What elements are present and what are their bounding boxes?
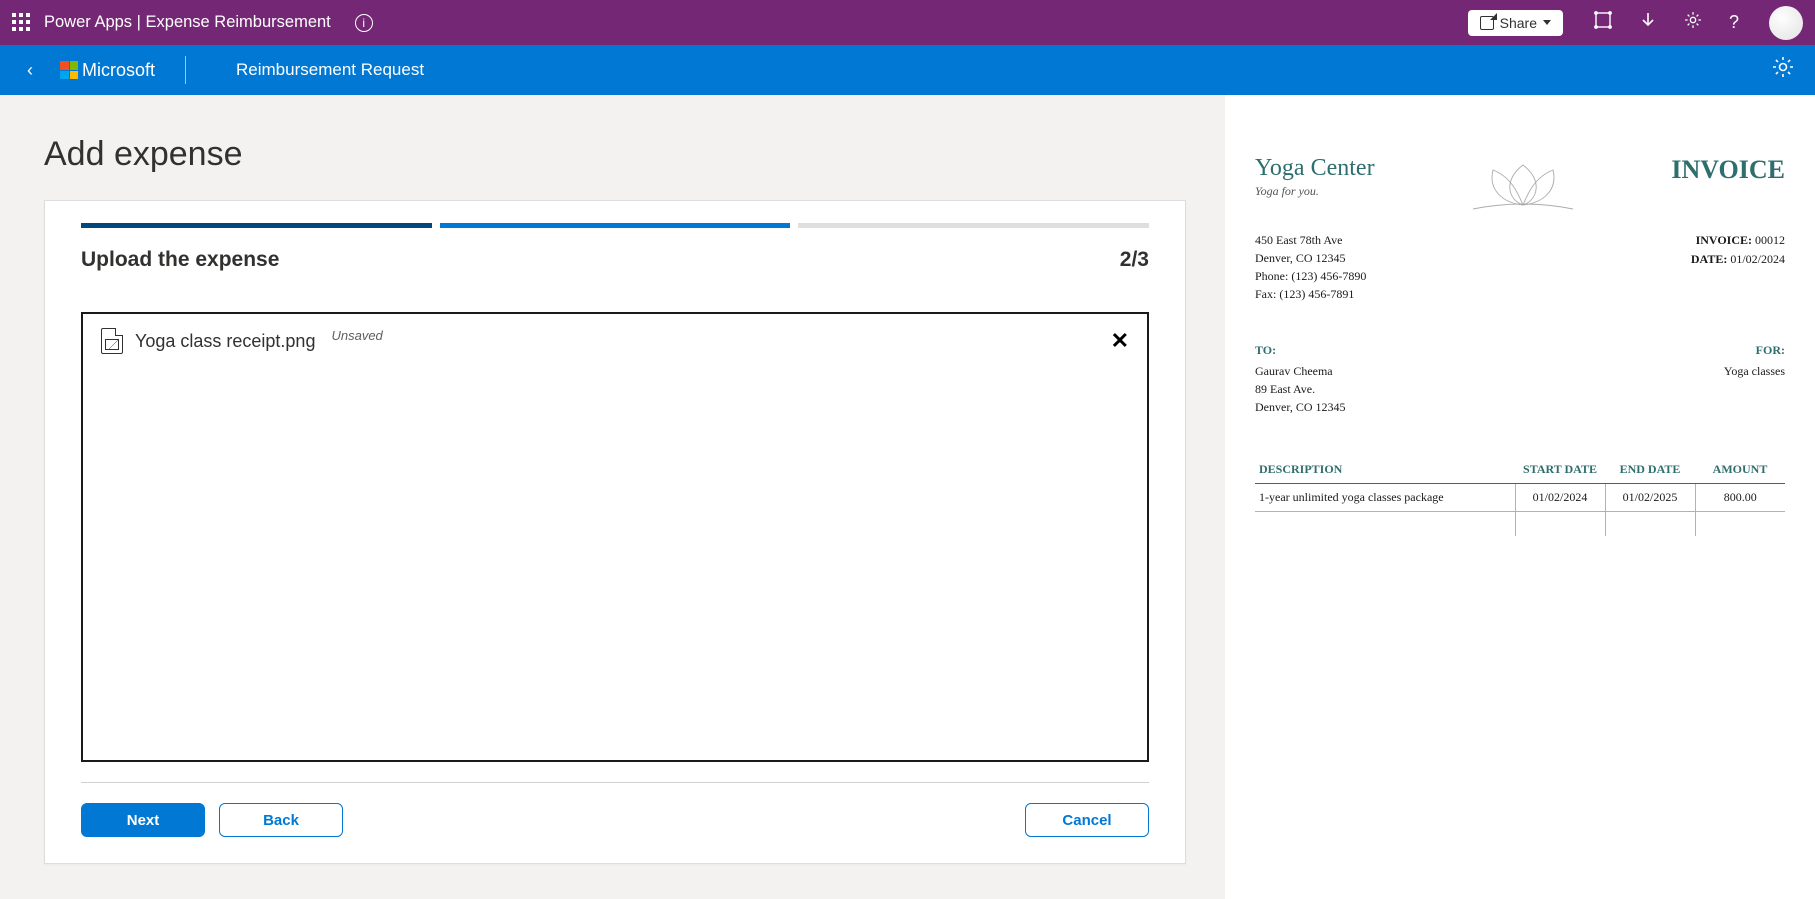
image-file-icon: [101, 328, 123, 354]
vendor-address: 450 East 78th Ave Denver, CO 12345 Phone…: [1255, 231, 1366, 303]
invoice-line-items: DESCRIPTION START DATE END DATE AMOUNT 1…: [1255, 456, 1785, 536]
settings-icon[interactable]: [1683, 10, 1703, 35]
download-icon[interactable]: [1639, 11, 1657, 34]
share-label: Share: [1500, 15, 1537, 31]
frame-icon[interactable]: [1593, 10, 1613, 35]
share-icon: [1480, 16, 1494, 30]
remove-file-button[interactable]: ✕: [1111, 328, 1129, 354]
wizard-card: Upload the expense 2/3 Yoga class receip…: [44, 200, 1186, 864]
avatar[interactable]: [1769, 6, 1803, 40]
help-icon[interactable]: ?: [1729, 12, 1739, 33]
info-icon[interactable]: i: [355, 14, 373, 32]
vendor-name: Yoga Center: [1255, 155, 1375, 182]
step-count: 2/3: [1120, 248, 1149, 272]
global-command-bar: Power Apps | Expense Reimbursement i Sha…: [0, 0, 1815, 45]
tenant-name: Microsoft: [82, 60, 155, 81]
tenant-logo: Microsoft: [60, 60, 155, 81]
next-button[interactable]: Next: [81, 803, 205, 837]
file-dropzone[interactable]: Yoga class receipt.png Unsaved ✕: [81, 312, 1149, 762]
lotus-icon: [1463, 155, 1583, 215]
invoice-heading: INVOICE: [1671, 155, 1785, 185]
to-label: TO:: [1255, 343, 1346, 358]
bill-to: Gaurav Cheema 89 East Ave. Denver, CO 12…: [1255, 362, 1346, 416]
breadcrumb: Power Apps | Expense Reimbursement: [44, 13, 331, 32]
share-button[interactable]: Share: [1468, 10, 1563, 36]
back-icon[interactable]: ‹: [20, 60, 40, 81]
uploaded-file-row: Yoga class receipt.png Unsaved ✕: [101, 328, 1129, 354]
table-row: 1-year unlimited yoga classes package 01…: [1255, 484, 1785, 512]
file-name: Yoga class receipt.png: [135, 331, 315, 352]
chevron-down-icon: [1543, 20, 1551, 25]
back-button[interactable]: Back: [219, 803, 343, 837]
cancel-button[interactable]: Cancel: [1025, 803, 1149, 837]
for-value: Yoga classes: [1724, 362, 1785, 380]
invoice-meta: INVOICE: 00012 DATE: 01/02/2024: [1691, 231, 1785, 303]
progress-bar: [81, 223, 1149, 228]
page-context-title: Reimbursement Request: [236, 60, 424, 80]
vendor-tagline: Yoga for you.: [1255, 184, 1375, 199]
file-status: Unsaved: [331, 328, 382, 343]
for-label: FOR:: [1724, 343, 1785, 358]
divider: [81, 782, 1149, 783]
app-header-bar: ‹ Microsoft Reimbursement Request: [0, 45, 1815, 95]
app-launcher-icon[interactable]: [12, 13, 32, 33]
page-title: Add expense: [44, 135, 1225, 174]
divider: [185, 56, 186, 84]
step-title: Upload the expense: [81, 248, 279, 272]
receipt-preview-panel: Yoga Center Yoga for you. INVOICE 450 Ea…: [1225, 95, 1815, 899]
app-settings-icon[interactable]: [1771, 55, 1795, 85]
